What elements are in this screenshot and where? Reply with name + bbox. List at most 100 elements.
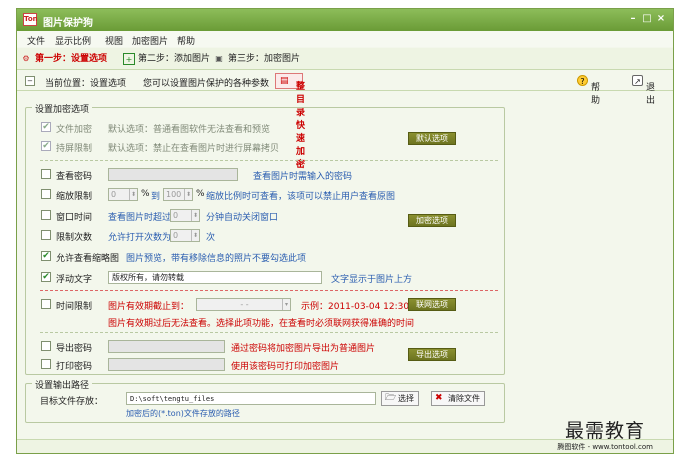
export-password-hint: 通过密码将加密图片导出为普通图片 xyxy=(231,344,376,354)
choose-path-label: 选择 xyxy=(398,394,414,403)
print-password-label: 打印密码 xyxy=(56,362,93,372)
maximize-icon[interactable]: □ xyxy=(641,13,653,25)
output-group-title: 设置输出路径 xyxy=(32,378,93,391)
image-add-icon: + xyxy=(123,53,135,65)
quick-encrypt-button[interactable]: ▤ 整目录快速加密 xyxy=(275,73,305,170)
menu-view[interactable]: 视图 xyxy=(105,34,123,47)
floating-text-checkbox[interactable]: ✔ xyxy=(41,272,51,282)
open-limit-label: 限制次数 xyxy=(56,233,93,243)
zoom-to-value: 100 xyxy=(166,190,182,199)
screen-block-desc: 默认选项：禁止在查看图片时进行屏幕拷贝 xyxy=(108,144,280,154)
spinner-arrows-icon[interactable]: ⬍ xyxy=(184,189,192,200)
time-limit-warning: 图片有效期过后无法查看。选择此项功能，在查看时必须联网获得准确的时间 xyxy=(108,319,415,329)
view-password-input[interactable] xyxy=(108,168,238,181)
output-path-group: 设置输出路径 目标文件存放： D:\soft\tengtu_files 🗁 选择… xyxy=(25,378,505,423)
open-limit-spinner[interactable]: 0 ⬍ xyxy=(170,229,200,242)
choose-path-button[interactable]: 🗁 选择 xyxy=(381,391,419,406)
screen-block-label: 持屏限制 xyxy=(56,144,93,154)
separator xyxy=(40,160,498,161)
menu-encrypt[interactable]: 加密图片 xyxy=(132,34,168,47)
separator xyxy=(40,290,498,291)
open-limit-suffix: 次 xyxy=(206,233,216,243)
clear-files-button[interactable]: ✖ 清除文件 xyxy=(431,391,485,406)
zoom-limit-label: 缩放限制 xyxy=(56,192,93,202)
open-limit-checkbox[interactable] xyxy=(41,230,51,240)
window-time-value: 0 xyxy=(173,211,179,220)
step-2-label: 第二步：添加图片 xyxy=(138,54,211,64)
file-encrypt-desc: 默认选项：普通看图软件无法查看和预览 xyxy=(108,125,271,135)
clear-files-label: 清除文件 xyxy=(448,394,480,403)
online-options-button[interactable]: 联网选项 xyxy=(408,298,456,311)
step-3-tab[interactable]: ▣ 第三步：加密图片 xyxy=(213,52,300,66)
export-password-label: 导出密码 xyxy=(56,344,93,354)
export-password-input[interactable] xyxy=(108,340,225,353)
zoom-limit-checkbox[interactable] xyxy=(41,189,51,199)
thumbnail-checkbox[interactable]: ✔ xyxy=(41,251,51,261)
menu-bar: 文件 显示比例 视图 加密图片 帮助 xyxy=(17,31,673,47)
zoom-from-percent: % xyxy=(141,189,150,199)
file-encrypt-checkbox[interactable]: ✔ xyxy=(41,122,51,132)
step-1-tab[interactable]: ⚙ 第一步：设置选项 xyxy=(20,52,107,66)
spinner-arrows-icon[interactable]: ⬍ xyxy=(191,230,199,241)
target-path-input[interactable]: D:\soft\tengtu_files xyxy=(126,392,376,405)
floating-text-label: 浮动文字 xyxy=(56,275,93,285)
help-icon: ? xyxy=(577,75,588,86)
dropdown-arrow-icon[interactable]: ▾ xyxy=(282,299,290,310)
zoom-to-label: 到 xyxy=(151,192,161,202)
step-3-label: 第三步：加密图片 xyxy=(228,54,301,64)
advanced-options-button[interactable]: 加密选项 xyxy=(408,214,456,227)
export-options-button[interactable]: 导出选项 xyxy=(408,348,456,361)
default-options-button[interactable]: 默认选项 xyxy=(408,132,456,145)
encrypt-group-title: 设置加密选项 xyxy=(32,102,93,115)
window-time-checkbox[interactable] xyxy=(41,210,51,220)
settings-icon: ⚙ xyxy=(22,54,30,63)
zoom-from-value: 0 xyxy=(111,190,117,199)
window-title: 图片保护狗 xyxy=(43,18,93,29)
encrypt-options-group: 设置加密选项 ✔ 文件加密 默认选项：普通看图软件无法查看和预览 默认选项 ✔ … xyxy=(25,102,505,375)
zoom-to-percent: % xyxy=(196,189,205,199)
view-password-hint: 查看图片时需输入的密码 xyxy=(253,172,353,182)
delete-icon: ✖ xyxy=(435,393,443,403)
time-limit-prefix: 图片有效期截止到： xyxy=(108,302,190,312)
zoom-to-spinner[interactable]: 100 ⬍ xyxy=(163,188,193,201)
window-time-suffix: 分钟自动关闭窗口 xyxy=(206,213,279,223)
time-limit-label: 时间限制 xyxy=(56,302,93,312)
view-password-checkbox[interactable] xyxy=(41,169,51,179)
step-bar: ⚙ 第一步：设置选项 + 第二步：添加图片 ▣ 第三步：加密图片 xyxy=(17,48,673,70)
print-password-checkbox[interactable] xyxy=(41,359,51,369)
lock-icon: ▣ xyxy=(215,54,223,63)
spinner-arrows-icon[interactable]: ⬍ xyxy=(191,210,199,221)
spinner-arrows-icon[interactable]: ⬍ xyxy=(129,189,137,200)
thumbnail-label: 允许查看缩略图 xyxy=(56,254,120,264)
expiry-date-value: - - xyxy=(240,300,249,309)
collapse-icon[interactable]: − xyxy=(25,76,35,86)
time-limit-checkbox[interactable] xyxy=(41,299,51,309)
floating-text-input[interactable]: 版权所有，请勿转载 xyxy=(108,271,322,284)
status-text: 腾图软件 - www.tontool.com xyxy=(557,443,653,451)
watermark: 最需教育 xyxy=(565,420,646,442)
separator xyxy=(40,332,498,333)
exit-label: 退出 xyxy=(646,83,656,106)
export-password-checkbox[interactable] xyxy=(41,341,51,351)
location-description: 您可以设置图片保护的各种参数 xyxy=(143,79,270,89)
zoom-limit-hint: 缩放比例时可查看，该项可以禁止用户查看原图 xyxy=(206,192,396,202)
screen-block-checkbox[interactable]: ✔ xyxy=(41,141,51,151)
menu-help[interactable]: 帮助 xyxy=(177,34,195,47)
print-password-hint: 使用该密码可打印加密图片 xyxy=(231,362,340,372)
step-2-tab[interactable]: + 第二步：添加图片 xyxy=(123,52,210,66)
folder-lock-icon: ▤ xyxy=(280,76,289,86)
open-limit-value: 0 xyxy=(173,231,179,240)
app-icon: Ton xyxy=(23,13,38,26)
close-icon[interactable]: × xyxy=(655,13,667,25)
minimize-icon[interactable]: – xyxy=(627,13,639,25)
zoom-from-spinner[interactable]: 0 ⬍ xyxy=(108,188,138,201)
open-limit-prefix: 允许打开次数为 xyxy=(108,233,172,243)
menu-file[interactable]: 文件 xyxy=(27,34,45,47)
window-time-prefix: 查看图片时超过 xyxy=(108,213,172,223)
print-password-input[interactable] xyxy=(108,358,225,371)
title-bar: Ton 图片保护狗 – □ × xyxy=(17,9,673,31)
window-time-spinner[interactable]: 0 ⬍ xyxy=(170,209,200,222)
step-1-label: 第一步：设置选项 xyxy=(35,54,108,64)
expiry-date-picker[interactable]: - - ▾ xyxy=(196,298,291,311)
menu-zoom[interactable]: 显示比例 xyxy=(55,34,91,47)
